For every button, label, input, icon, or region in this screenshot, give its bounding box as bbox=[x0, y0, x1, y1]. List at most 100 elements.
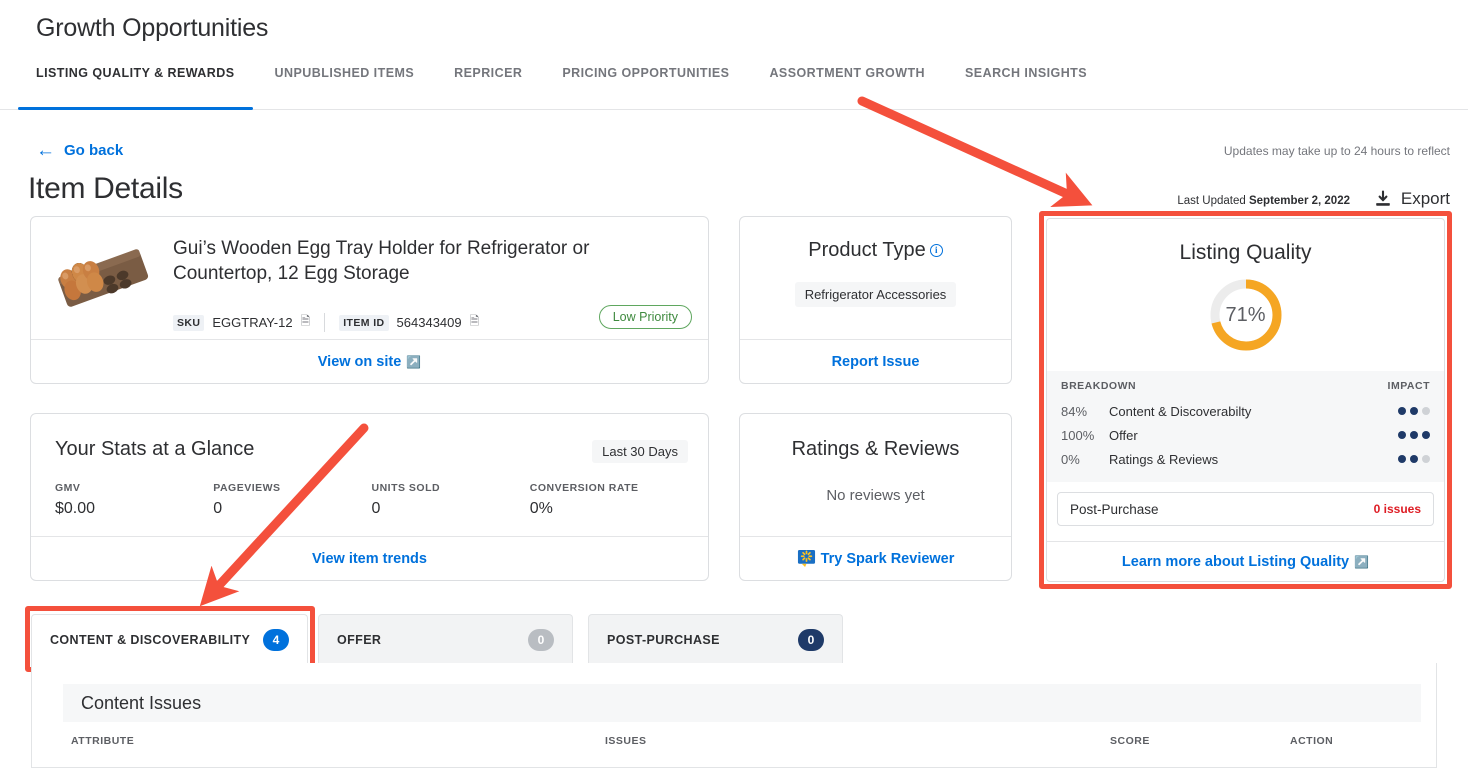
page-title: Growth Opportunities bbox=[36, 14, 268, 43]
tab-listing-quality-rewards[interactable]: LISTING QUALITY & REWARDS bbox=[36, 57, 235, 110]
stats-card-footer: View item trends bbox=[31, 536, 708, 580]
stats-title: Your Stats at a Glance bbox=[55, 438, 254, 461]
sku-label: SKU bbox=[173, 315, 204, 331]
egg-tray-image bbox=[49, 234, 159, 326]
external-link-icon: ↗️ bbox=[406, 355, 421, 369]
stat-conversion-rate: CONVERSION RATE 0% bbox=[530, 482, 688, 518]
try-spark-reviewer-link[interactable]: Try Spark Reviewer bbox=[797, 549, 955, 568]
content-issues-title: Content Issues bbox=[63, 684, 1421, 722]
item-details-page: Growth Opportunities LISTING QUALITY & R… bbox=[0, 0, 1468, 768]
breakdown-header-row: BREAKDOWN IMPACT bbox=[1061, 380, 1430, 399]
product-type-title: Product Type bbox=[808, 239, 925, 261]
primary-tabbar: LISTING QUALITY & REWARDS UNPUBLISHED IT… bbox=[0, 57, 1468, 110]
impact-dots bbox=[1398, 407, 1430, 415]
stat-pageviews: PAGEVIEWS 0 bbox=[213, 482, 371, 518]
export-button[interactable]: Export bbox=[1373, 189, 1450, 209]
impact-dot bbox=[1398, 455, 1406, 463]
product-type-value: Refrigerator Accessories bbox=[795, 282, 957, 307]
breakdown-percent: 84% bbox=[1061, 404, 1109, 419]
product-type-title-row: Product Type i bbox=[740, 239, 1011, 262]
tab-unpublished-items[interactable]: UNPUBLISHED ITEMS bbox=[275, 57, 415, 110]
breakdown-name: Content & Discoverabilty bbox=[1109, 404, 1398, 419]
issue-tab-badge: 0 bbox=[528, 629, 554, 651]
copy-item-id-icon[interactable]: 🗎 bbox=[470, 312, 480, 333]
listing-quality-card: Listing Quality 71% BREAKDOWN IMPACT 84%… bbox=[1046, 218, 1445, 582]
impact-dot bbox=[1410, 455, 1418, 463]
column-attribute: ATTRIBUTE bbox=[71, 735, 134, 747]
listing-quality-gauge: 71% bbox=[1206, 275, 1286, 355]
impact-dots bbox=[1398, 431, 1430, 439]
spark-reviewer-icon bbox=[797, 549, 816, 568]
tab-search-insights[interactable]: SEARCH INSIGHTS bbox=[965, 57, 1087, 110]
impact-dot bbox=[1398, 431, 1406, 439]
arrow-left-icon: ← bbox=[36, 141, 55, 160]
priority-badge: Low Priority bbox=[599, 305, 692, 329]
product-type-card: Product Type i Refrigerator Accessories R… bbox=[739, 216, 1012, 384]
listing-quality-title: Listing Quality bbox=[1047, 241, 1444, 265]
view-on-site-label: View on site bbox=[318, 354, 402, 370]
issue-tab-content-discoverability[interactable]: CONTENT & DISCOVERABILITY 4 bbox=[31, 614, 308, 664]
ratings-card-footer: Try Spark Reviewer bbox=[740, 536, 1011, 580]
tab-assortment-growth[interactable]: ASSORTMENT GROWTH bbox=[769, 57, 925, 110]
issue-tab-post-purchase[interactable]: POST-PURCHASE 0 bbox=[588, 614, 843, 664]
stats-at-a-glance-card: Your Stats at a Glance Last 30 Days GMV … bbox=[30, 413, 709, 581]
tab-repricer[interactable]: REPRICER bbox=[454, 57, 522, 110]
impact-dots bbox=[1398, 455, 1430, 463]
learn-more-listing-quality-link[interactable]: Learn more about Listing Quality ↗️ bbox=[1122, 554, 1369, 570]
try-spark-reviewer-label: Try Spark Reviewer bbox=[821, 551, 955, 567]
listing-quality-score: 71% bbox=[1206, 275, 1286, 355]
stat-gmv-value: $0.00 bbox=[55, 500, 213, 518]
stat-pageviews-label: PAGEVIEWS bbox=[213, 482, 371, 494]
impact-dot bbox=[1422, 431, 1430, 439]
stat-pageviews-value: 0 bbox=[213, 500, 371, 518]
stat-units-sold-label: UNITS SOLD bbox=[372, 482, 530, 494]
breakdown-name: Ratings & Reviews bbox=[1109, 452, 1398, 467]
impact-dot bbox=[1410, 407, 1418, 415]
breakdown-percent: 100% bbox=[1061, 428, 1109, 443]
post-purchase-row[interactable]: Post-Purchase 0 issues bbox=[1057, 492, 1434, 526]
copy-sku-icon[interactable]: 🗎 bbox=[301, 312, 311, 333]
item-details-heading: Item Details bbox=[28, 172, 183, 206]
ratings-title: Ratings & Reviews bbox=[740, 438, 1011, 461]
export-label: Export bbox=[1401, 189, 1450, 209]
go-back-button[interactable]: ← Go back bbox=[36, 141, 123, 160]
listing-quality-breakdown: BREAKDOWN IMPACT 84% Content & Discovera… bbox=[1047, 371, 1444, 482]
stat-units-sold: UNITS SOLD 0 bbox=[372, 482, 530, 518]
stats-period-badge: Last 30 Days bbox=[592, 440, 688, 463]
breakdown-row-content-discoverability: 84% Content & Discoverabilty bbox=[1061, 399, 1430, 423]
meta-divider bbox=[324, 313, 325, 332]
breakdown-row-offer: 100% Offer bbox=[1061, 423, 1430, 447]
product-type-card-footer: Report Issue bbox=[740, 339, 1011, 383]
item-id-value: 564343409 bbox=[397, 315, 462, 330]
breakdown-percent: 0% bbox=[1061, 452, 1109, 467]
stat-conversion-rate-value: 0% bbox=[530, 500, 688, 518]
info-icon[interactable]: i bbox=[930, 244, 943, 257]
external-link-icon: ↗️ bbox=[1354, 555, 1369, 569]
download-icon bbox=[1373, 189, 1393, 209]
view-on-site-link[interactable]: View on site ↗️ bbox=[318, 354, 422, 370]
ratings-reviews-card: Ratings & Reviews No reviews yet bbox=[739, 413, 1012, 581]
impact-dot bbox=[1398, 407, 1406, 415]
product-thumbnail bbox=[49, 234, 159, 326]
breakdown-name: Offer bbox=[1109, 428, 1398, 443]
stat-gmv: GMV $0.00 bbox=[55, 482, 213, 518]
ratings-empty-text: No reviews yet bbox=[740, 487, 1011, 504]
stats-grid: GMV $0.00 PAGEVIEWS 0 UNITS SOLD 0 CONVE… bbox=[55, 482, 688, 518]
post-purchase-issues: 0 issues bbox=[1374, 502, 1421, 516]
item-card-footer: View on site ↗️ bbox=[31, 339, 708, 383]
tab-pricing-opportunities[interactable]: PRICING OPPORTUNITIES bbox=[562, 57, 729, 110]
issue-tab-offer[interactable]: OFFER 0 bbox=[318, 614, 573, 664]
last-updated: Last Updated September 2, 2022 bbox=[1177, 195, 1350, 207]
listing-quality-gauge-wrap: 71% bbox=[1047, 275, 1444, 355]
learn-more-label: Learn more about Listing Quality bbox=[1122, 554, 1349, 570]
column-score: SCORE bbox=[1110, 735, 1150, 747]
item-summary-card: Gui’s Wooden Egg Tray Holder for Refrige… bbox=[30, 216, 709, 384]
issue-tab-label: CONTENT & DISCOVERABILITY bbox=[50, 633, 250, 647]
stat-gmv-label: GMV bbox=[55, 482, 213, 494]
view-item-trends-link[interactable]: View item trends bbox=[312, 551, 427, 567]
issue-tab-label: POST-PURCHASE bbox=[607, 633, 720, 647]
sku-value: EGGTRAY-12 bbox=[212, 315, 292, 330]
issue-tab-badge: 0 bbox=[798, 629, 824, 651]
listing-quality-card-footer: Learn more about Listing Quality ↗️ bbox=[1047, 541, 1444, 581]
report-issue-link[interactable]: Report Issue bbox=[832, 354, 920, 370]
